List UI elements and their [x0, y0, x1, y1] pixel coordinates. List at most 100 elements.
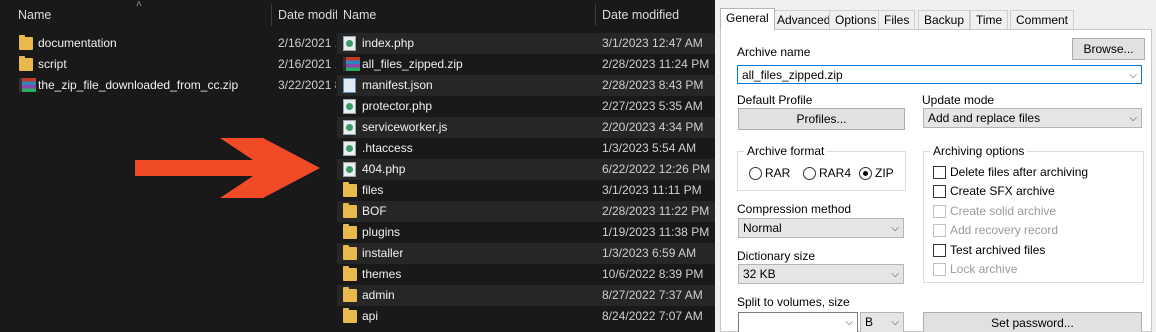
tab-comment[interactable]: Comment [1010, 10, 1075, 29]
file-name: documentation [38, 36, 117, 50]
archive-format-label: Archive format [744, 144, 828, 158]
split-volumes-label: Split to volumes, size [737, 295, 850, 309]
file-list-row[interactable]: the_zip_file_downloaded_from_cc.zip 3/22/… [0, 75, 337, 96]
folder-icon [343, 182, 357, 197]
tab-label: Backup [924, 13, 965, 27]
file-date-modified: 10/6/2022 8:39 PM [602, 267, 704, 281]
file-name: all_files_zipped.zip [362, 57, 463, 71]
tab-options[interactable]: Options [829, 10, 883, 29]
file-date-modified: 2/28/2023 11:22 PM [602, 204, 710, 218]
test-archived-checkbox[interactable] [933, 244, 946, 257]
file-list-row[interactable]: .htaccess 1/3/2023 5:54 AM [337, 138, 715, 159]
file-name: plugins [362, 225, 401, 239]
left-column-header: Name ˄ Date modif [0, 0, 337, 30]
file-list-row[interactable]: 404.php 6/22/2022 12:26 PM [337, 159, 715, 180]
general-tab-panel: Archive name Browse... all_files_zipped.… [720, 29, 1152, 332]
profiles-button[interactable]: Profiles... [738, 108, 905, 130]
file-date-modified: 6/22/2022 12:26 PM [602, 162, 711, 176]
tab-files[interactable]: Files [878, 10, 916, 29]
tab-time[interactable]: Time [970, 10, 1009, 29]
radio-rar4[interactable] [803, 167, 816, 180]
middle-date-column-header[interactable]: Date modified [596, 0, 715, 30]
set-password-button[interactable]: Set password... [923, 312, 1142, 332]
archive-name-input[interactable]: all_files_zipped.zip ⌵ [737, 65, 1142, 84]
file-list-row[interactable]: manifest.json 2/28/2023 8:43 PM [337, 75, 715, 96]
file-list-row[interactable]: all_files_zipped.zip 2/28/2023 11:24 PM [337, 54, 715, 75]
file-name: installer [362, 246, 404, 260]
file-name: files [362, 183, 384, 197]
file-list-row[interactable]: BOF 2/28/2023 11:22 PM [337, 201, 715, 222]
middle-name-column-header[interactable]: Name [337, 0, 596, 30]
sort-ascending-icon: ˄ [136, 0, 142, 10]
file-list-row[interactable]: installer 1/3/2023 6:59 AM [337, 243, 715, 264]
tab-label: Comment [1016, 13, 1069, 27]
file-name: BOF [362, 204, 387, 218]
file-date-modified: 3/1/2023 11:11 PM [602, 183, 702, 197]
file-date-modified: 1/3/2023 6:59 AM [602, 246, 697, 260]
radio-zip[interactable] [859, 167, 872, 180]
browse-button[interactable]: Browse... [1072, 38, 1145, 60]
compression-method-value: Normal [743, 221, 782, 235]
file-list-row[interactable]: themes 10/6/2022 8:39 PM [337, 264, 715, 285]
file-name: protector.php [362, 99, 433, 113]
file-list-row[interactable]: documentation 2/16/2021 1 [0, 33, 337, 54]
folder-icon [343, 287, 357, 302]
file-list-row[interactable]: plugins 1/19/2023 11:38 PM [337, 222, 715, 243]
file-name: index.php [362, 36, 415, 50]
delete-files-checkbox[interactable] [933, 166, 946, 179]
dictionary-size-value: 32 KB [743, 267, 776, 281]
chevron-down-icon: ⌵ [1129, 113, 1137, 124]
add-recovery-label: Add recovery record [950, 223, 1059, 237]
file-list-row[interactable]: protector.php 2/27/2023 5:35 AM [337, 96, 715, 117]
tab-general[interactable]: General [720, 8, 775, 30]
file-list-row[interactable]: api 8/24/2022 7:07 AM [337, 306, 715, 327]
tab-backup[interactable]: Backup [918, 10, 971, 29]
split-size-input[interactable]: ⌵ [738, 312, 858, 332]
file-name: admin [362, 288, 395, 302]
chevron-down-icon[interactable]: ⌵ [1129, 67, 1137, 85]
file-list-row[interactable]: index.php 3/1/2023 12:47 AM [337, 33, 715, 54]
middle-column-header: Name Date modified [337, 0, 715, 30]
file-date-modified: 2/28/2023 8:43 PM [602, 78, 704, 92]
tab-advanced[interactable]: Advanced [771, 10, 837, 29]
compression-method-select[interactable]: Normal ⌵ [738, 218, 904, 238]
file-date-modified: 3/1/2023 12:47 AM [602, 36, 703, 50]
file-date-modified: 2/16/2021 1 [278, 36, 336, 50]
dictionary-size-select[interactable]: 32 KB ⌵ [738, 264, 904, 284]
folder-icon [19, 35, 33, 50]
winrar-archive-icon [343, 57, 360, 71]
file-list-row[interactable]: files 3/1/2023 11:11 PM [337, 180, 715, 201]
file-date-modified: 1/3/2023 5:54 AM [602, 141, 697, 155]
radio-rar[interactable] [749, 167, 762, 180]
php-file-icon [343, 99, 356, 114]
chevron-down-icon: ⌵ [891, 269, 899, 280]
file-name: serviceworker.js [362, 120, 448, 134]
folder-icon [343, 203, 357, 218]
split-unit-select[interactable]: B ⌵ [860, 312, 904, 332]
radio-zip-label: ZIP [875, 166, 894, 180]
archive-name-value: all_files_zipped.zip [742, 68, 843, 82]
file-list-row[interactable]: admin 8/27/2022 7:37 AM [337, 285, 715, 306]
create-solid-label: Create solid archive [950, 204, 1057, 218]
tab-label: General [726, 11, 769, 25]
left-name-column-header[interactable]: Name [12, 0, 273, 30]
php-file-icon [343, 141, 356, 156]
create-sfx-label: Create SFX archive [950, 184, 1055, 198]
chevron-down-icon[interactable]: ⌵ [845, 314, 853, 332]
file-date-modified: 3/22/2021 8 [278, 78, 336, 92]
file-list-row[interactable]: serviceworker.js 2/20/2023 4:34 PM [337, 117, 715, 138]
folder-icon [343, 308, 357, 323]
folder-icon [343, 245, 357, 260]
file-date-modified: 2/27/2023 5:35 AM [602, 99, 703, 113]
file-date-modified: 2/20/2023 4:34 PM [602, 120, 704, 134]
chevron-down-icon: ⌵ [891, 223, 899, 234]
file-list-row[interactable]: script 2/16/2021 1 [0, 54, 337, 75]
archiving-options-label: Archiving options [930, 144, 1028, 158]
file-name: 404.php [362, 162, 406, 176]
left-date-column-header[interactable]: Date modif [272, 0, 337, 30]
create-sfx-checkbox[interactable] [933, 185, 946, 198]
lock-archive-label: Lock archive [950, 262, 1018, 276]
radio-rar-label: RAR [765, 166, 791, 180]
folder-icon [19, 56, 33, 71]
update-mode-select[interactable]: Add and replace files ⌵ [923, 108, 1142, 128]
